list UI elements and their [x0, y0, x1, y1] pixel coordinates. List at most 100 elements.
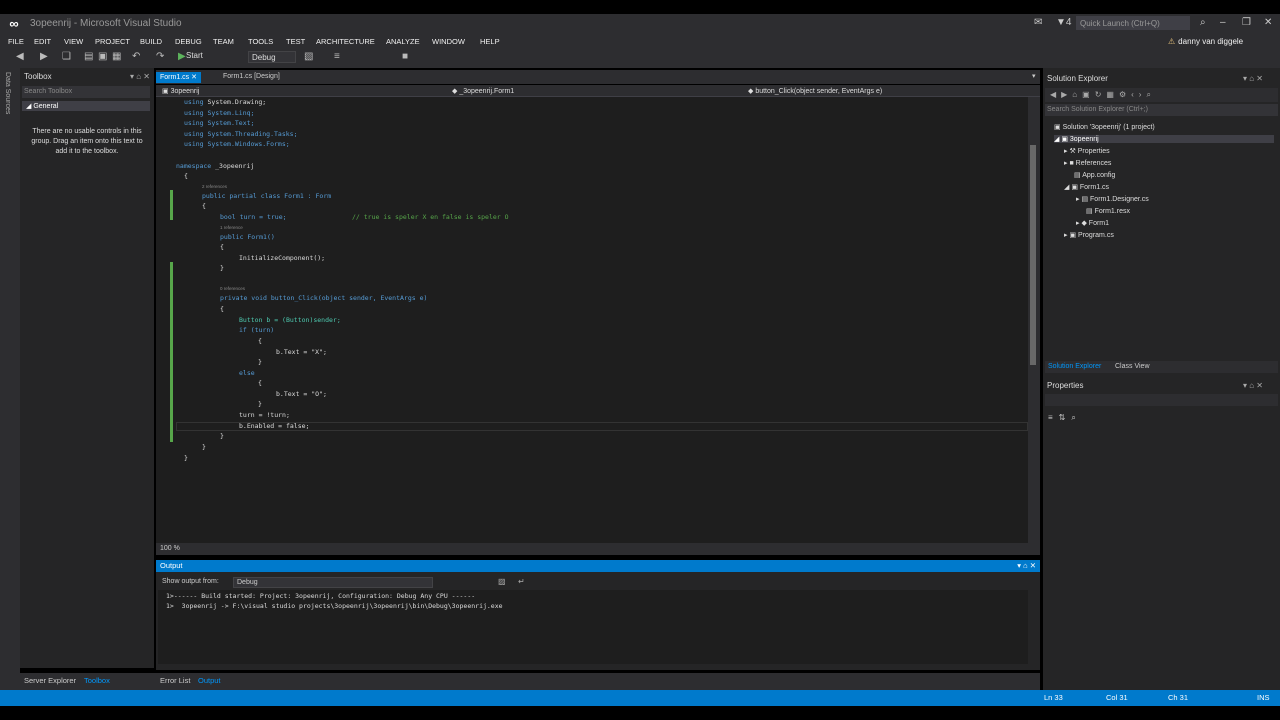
undo-icon[interactable]: ↶ [132, 51, 140, 62]
tab-output[interactable]: Output [198, 676, 221, 685]
tree-item-references[interactable]: ▸ ■ References [1064, 159, 1111, 167]
code-text: } [184, 454, 188, 462]
panel-controls[interactable]: ▾ ⌂ ✕ [1243, 74, 1263, 83]
restore-button[interactable]: ❐ [1242, 17, 1251, 28]
data-sources-tab[interactable]: Data Sources [4, 72, 11, 114]
tab-label: Form1.cs [Design] [223, 73, 280, 80]
tab-class-view[interactable]: Class View [1115, 363, 1150, 370]
comment-text: // true is speler X en false is speler O [352, 213, 509, 221]
tab-form1-design[interactable]: Form1.cs [Design] [219, 72, 284, 83]
menu-build[interactable]: BUILD [140, 37, 162, 46]
new-project-icon[interactable]: ❑ [62, 51, 71, 62]
nav-class[interactable]: ◆ _3opeenrij.Form1 [452, 87, 514, 95]
save-icon[interactable]: ▣ [98, 51, 107, 62]
menu-test[interactable]: TEST [286, 37, 305, 46]
code-text: { [184, 172, 188, 180]
output-line: 1> 3opeenrij -> F:\visual studio project… [166, 602, 503, 610]
editor-gutter [156, 97, 170, 543]
solution-search-input[interactable]: Search Solution Explorer (Ctrl+;) [1045, 104, 1278, 116]
user-account[interactable]: ⚠ danny van diggele [1168, 37, 1243, 46]
namespace-name: _3opeenrij [211, 162, 255, 170]
menu-analyze[interactable]: ANALYZE [386, 37, 420, 46]
tree-item-app-config[interactable]: ▤ App.config [1074, 171, 1115, 179]
word-wrap-icon[interactable]: ↵ [518, 577, 525, 586]
tree-label: Form1.Designer.cs [1090, 196, 1149, 203]
tree-item-form1-designer[interactable]: ▸ ▤ Form1.Designer.cs [1076, 195, 1149, 203]
tab-overflow-icon[interactable]: ▾ [1032, 72, 1036, 80]
codelens-text: 2 references [202, 184, 228, 189]
menu-edit[interactable]: EDIT [34, 37, 51, 46]
find-icon[interactable]: ▧ [304, 51, 313, 62]
tree-item-solution[interactable]: ▣ Solution '3opeenrij' (1 project) [1054, 123, 1155, 131]
menu-tools[interactable]: TOOLS [248, 37, 273, 46]
tree-label: App.config [1082, 172, 1116, 179]
tree-item-program-cs[interactable]: ▸ ▣ Program.cs [1064, 231, 1114, 239]
notifications-icon[interactable]: ▼4 [1056, 17, 1071, 28]
menu-help[interactable]: HELP [480, 37, 500, 46]
menu-debug[interactable]: DEBUG [175, 37, 202, 46]
nav-class-label: _3opeenrij.Form1 [459, 88, 515, 95]
code-text: b.Enabled = false; [239, 422, 310, 430]
open-file-icon[interactable]: ▤ [84, 51, 93, 62]
nav-member[interactable]: ◆ button_Click(object sender, EventArgs … [748, 87, 882, 95]
menu-project[interactable]: PROJECT [95, 37, 130, 46]
change-marker [170, 190, 173, 220]
config-select[interactable]: Debug [248, 51, 296, 63]
code-text: InitializeComponent(); [239, 254, 326, 262]
document-tabstrip [156, 70, 1040, 84]
nav-project[interactable]: ▣ 3opeenrij [162, 87, 199, 95]
close-button[interactable]: ✕ [1264, 17, 1272, 28]
save-all-icon[interactable]: ▦ [112, 51, 121, 62]
solution-explorer-title: Solution Explorer [1047, 74, 1108, 83]
output-header: Output ▾ ⌂ ✕ [156, 560, 1040, 572]
clear-all-icon[interactable]: ▨ [498, 577, 506, 586]
menu-window[interactable]: WINDOW [432, 37, 465, 46]
scrollbar-thumb[interactable] [1030, 145, 1036, 365]
menu-view[interactable]: VIEW [64, 37, 83, 46]
feedback-icon[interactable]: ✉ [1034, 17, 1042, 28]
redo-icon[interactable]: ↷ [156, 51, 164, 62]
code-text: bool turn = true; [220, 213, 287, 221]
tree-label: References [1075, 160, 1112, 167]
tab-server-explorer[interactable]: Server Explorer [24, 676, 76, 685]
forward-icon[interactable]: ▶ [40, 51, 48, 62]
play-icon[interactable]: ▶ [178, 51, 186, 62]
toolbox-group-general[interactable]: ◢ General [22, 101, 150, 111]
tree-item-project[interactable]: ◢ ▣ 3opeenrij [1054, 135, 1274, 143]
notif-count: 4 [1065, 17, 1072, 28]
toolbox-search-input[interactable]: Search Toolbox [22, 86, 150, 98]
window-title: 3opeenrij - Microsoft Visual Studio [30, 18, 182, 29]
back-icon[interactable]: ◀ [16, 51, 24, 62]
tab-toolbox[interactable]: Toolbox [84, 676, 110, 685]
panel-controls[interactable]: ▾ ⌂ ✕ [1243, 381, 1263, 390]
code-text: { [258, 337, 262, 345]
quick-launch-input[interactable]: Quick Launch (Ctrl+Q) [1076, 16, 1190, 30]
bookmark-icon[interactable]: ■ [402, 51, 408, 62]
toolbox-title: Toolbox [24, 72, 52, 81]
tab-form1-cs[interactable]: Form1.cs ✕ [156, 72, 201, 83]
tree-item-form1[interactable]: ▸ ◆ Form1 [1076, 219, 1109, 227]
comment-icon[interactable]: ≡ [334, 51, 340, 62]
minimize-button[interactable]: – [1220, 17, 1226, 28]
menu-architecture[interactable]: ARCHITECTURE [316, 37, 375, 46]
code-text: using System.Linq; [184, 109, 255, 117]
properties-toolbar-icons[interactable]: ≡⇅⌕ [1048, 413, 1082, 423]
tab-label: Form1.cs [160, 74, 190, 81]
menu-team[interactable]: TEAM [213, 37, 234, 46]
tree-item-form1-resx[interactable]: ▤ Form1.resx [1086, 207, 1130, 215]
solution-toolbar-icons[interactable]: ◀▶⌂▣↻▦⚙‹›⌕ [1050, 90, 1156, 100]
output-source-select[interactable]: Debug [233, 577, 433, 588]
tab-solution-explorer[interactable]: Solution Explorer [1048, 363, 1101, 370]
code-text: { [220, 243, 224, 251]
tree-item-properties[interactable]: ▸ ⚒ Properties [1064, 147, 1110, 155]
zoom-level[interactable]: 100 % [160, 545, 180, 552]
start-button[interactable]: Start [186, 51, 203, 60]
output-title: Output [160, 561, 183, 570]
tab-error-list[interactable]: Error List [160, 676, 190, 685]
menu-file[interactable]: FILE [8, 37, 24, 46]
panel-controls[interactable]: ▾ ⌂ ✕ [1017, 561, 1036, 570]
status-bar [0, 690, 1280, 706]
panel-controls[interactable]: ▾ ⌂ ✕ [130, 72, 150, 81]
tree-item-form1-cs[interactable]: ◢ ▣ Form1.cs [1064, 183, 1109, 191]
code-text: using System.Text; [184, 119, 255, 127]
